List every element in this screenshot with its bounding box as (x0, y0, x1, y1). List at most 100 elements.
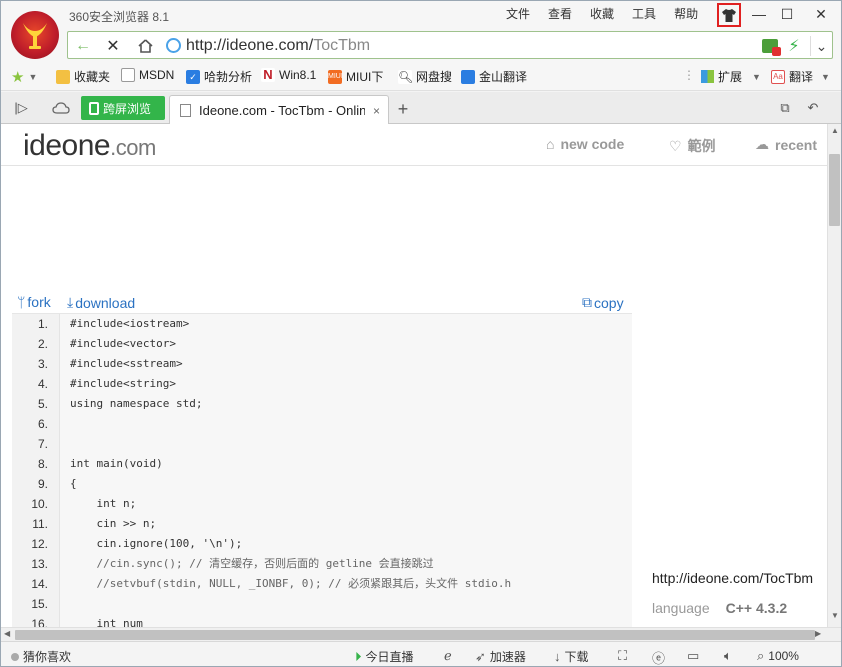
tab-list-button[interactable]: ⧉ (775, 99, 795, 117)
close-button[interactable]: ✕ (807, 3, 835, 25)
page-icon (121, 68, 135, 82)
bookmark-label: 网盘搜 (416, 70, 453, 84)
home-button[interactable] (134, 36, 156, 56)
accelerator-button[interactable]: ➶ 加速器 (475, 648, 526, 665)
nav-samples[interactable]: ♡ 範例 (669, 136, 716, 156)
address-dropdown[interactable]: ⌄ (810, 36, 832, 56)
miui-icon: MIUI (328, 69, 343, 84)
extensions-button[interactable]: 扩展 ▼ (701, 68, 761, 85)
back-button[interactable]: ← (72, 36, 94, 56)
tab-close-icon[interactable]: × (373, 104, 380, 118)
minimize-button[interactable]: — (745, 3, 773, 25)
vertical-scroll-thumb[interactable] (829, 154, 840, 226)
live-button[interactable]: ⏵ 今日直播 (355, 648, 414, 665)
favorites-star-button[interactable]: ★ ▼ (11, 68, 37, 86)
code-line: 1. #include<iostream> (12, 314, 632, 334)
screenshot-button[interactable]: ⛶ (618, 648, 627, 664)
code-block[interactable]: 1. #include<iostream> 2. #include<vector> … (12, 313, 632, 627)
shield-alert-icon (762, 39, 781, 56)
translate-icon (461, 69, 475, 84)
menu-help[interactable]: 帮助 (665, 6, 707, 22)
translate-icon: Aa (771, 69, 785, 84)
menu-tools[interactable]: 工具 (623, 6, 665, 22)
horizontal-scroll-thumb[interactable] (15, 630, 815, 640)
undo-icon: ↶ (807, 100, 819, 115)
download-link[interactable]: ⤓ download (67, 294, 135, 311)
sidebar-toggle-button[interactable]: |▷ (11, 99, 31, 117)
tab-ideone[interactable]: Ideone.com - TocTbm - Online × (169, 95, 389, 125)
bookmarks-bar: ★ ▼ 收藏夹 MSDN ✓ 哈勃分析 N Win8.1 MIUI MIUI下 … (1, 61, 841, 91)
cross-screen-tab[interactable]: 跨屏浏览 (81, 96, 165, 120)
line-number: 1. (37, 317, 48, 331)
address-row: ← ✕ http://ideone.com/TocTbm ⚡ ⌄ (1, 29, 841, 61)
browser-logo[interactable] (11, 11, 59, 59)
line-number: 15. (31, 597, 48, 611)
line-number: 14. (31, 577, 48, 591)
volume-button[interactable]: 🔈︎ (724, 648, 732, 664)
scroll-down-icon[interactable]: ▼ (830, 611, 840, 620)
horizontal-scrollbar[interactable]: ◀ ▶ (1, 627, 841, 641)
guess-you-like[interactable]: 猜你喜欢 (11, 648, 71, 665)
line-number: 5. (37, 397, 48, 411)
download-label: download (75, 294, 136, 311)
nav-new-code[interactable]: ⌂ new code (546, 136, 624, 152)
ie-compat-icon: ⓔ (652, 651, 666, 666)
bookmark-label: 收藏夹 (74, 70, 111, 84)
window-mode-button[interactable]: ▭ (687, 648, 699, 664)
zoom-button[interactable]: ⌕ 100% (757, 648, 799, 664)
line-text: #include<string> (70, 377, 176, 390)
vertical-scrollbar[interactable]: ▲ ▼ (827, 124, 841, 627)
language-info: language C++ 4.3.2 (652, 600, 787, 616)
dots-vertical-icon: ⋮ (683, 68, 695, 82)
address-bar[interactable]: ← ✕ http://ideone.com/TocTbm ⚡ ⌄ (67, 31, 833, 59)
scroll-right-icon[interactable]: ▶ (815, 629, 821, 638)
code-line: 8. int main(void) (12, 454, 632, 474)
undo-close-button[interactable]: ↶ (803, 99, 823, 117)
fork-link[interactable]: ᛘ fork (17, 294, 51, 310)
bookmark-jinshan[interactable]: 金山翻译 (461, 68, 527, 85)
url-text[interactable]: http://ideone.com/TocTbm (186, 37, 370, 55)
maximize-button[interactable]: ☐ (773, 3, 801, 25)
copy-link[interactable]: ⧉ copy (582, 294, 624, 311)
security-button[interactable] (760, 36, 781, 56)
menu-file[interactable]: 文件 (497, 6, 539, 22)
bookmark-habo[interactable]: ✓ 哈勃分析 (186, 68, 252, 85)
new-tab-button[interactable]: + (393, 99, 413, 120)
menu-favorites[interactable]: 收藏 (581, 6, 623, 22)
embed-url: http://ideone.com/TocTbm (652, 570, 814, 586)
line-number: 6. (37, 417, 48, 431)
code-line: 2. #include<vector> (12, 334, 632, 354)
speaker-icon: 🔈︎ (724, 648, 732, 663)
scroll-up-icon[interactable]: ▲ (830, 126, 840, 135)
ie-compat-button[interactable]: ⓔ (652, 648, 666, 666)
copy-label: copy (594, 294, 624, 311)
more-handle[interactable]: ⋮ (683, 68, 695, 82)
url-path: TocTbm (313, 37, 371, 54)
star-plus-icon: ★ (11, 69, 25, 86)
download-label: 下载 (564, 650, 589, 664)
bookmark-win81[interactable]: N Win8.1 (261, 68, 316, 82)
translate-button[interactable]: Aa 翻译 ▼ (771, 68, 830, 85)
url-host: http://ideone.com/ (186, 37, 314, 54)
speed-button[interactable]: ⚡ (784, 36, 804, 56)
bookmark-pansou[interactable]: 🔍︎ 网盘搜 (398, 68, 452, 85)
nav-recent[interactable]: ☁ recent (755, 136, 817, 153)
bookmark-label: MIUI下 (346, 70, 384, 84)
chevron-down-icon: ▼ (821, 71, 830, 82)
line-text: #include<vector> (70, 337, 176, 350)
line-text: //setvbuf(stdin, NULL, _IONBF, 0); // 必须… (70, 577, 512, 590)
line-number: 3. (37, 357, 48, 371)
download-button[interactable]: ↓ 下载 (554, 648, 589, 665)
ideone-logo[interactable]: ideone.com (23, 129, 156, 163)
scroll-left-icon[interactable]: ◀ (4, 629, 10, 638)
menu-view[interactable]: 查看 (539, 6, 581, 22)
ie-mode-button[interactable]: ℯ (444, 648, 452, 664)
bookmark-favorites[interactable]: 收藏夹 (56, 68, 110, 85)
cross-screen-label: 跨屏浏览 (103, 101, 152, 116)
bookmark-miui[interactable]: MIUI MIUI下 (328, 68, 383, 85)
skin-button[interactable] (717, 3, 741, 27)
cloud-button[interactable] (51, 99, 71, 117)
stop-button[interactable]: ✕ (102, 36, 124, 56)
tab-title: Ideone.com - TocTbm - Online (199, 103, 365, 118)
bookmark-msdn[interactable]: MSDN (121, 68, 174, 82)
